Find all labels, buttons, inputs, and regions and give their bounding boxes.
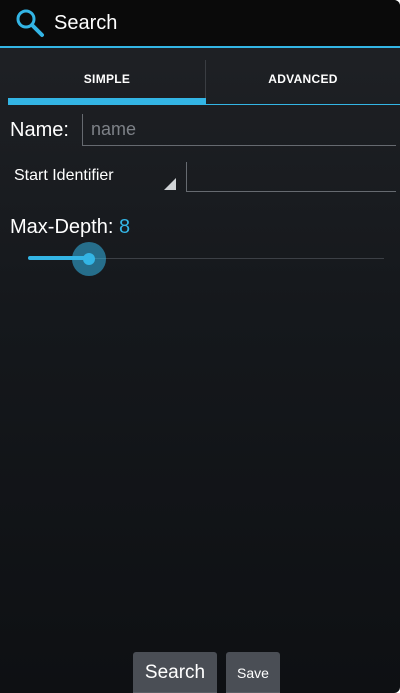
spinner-corner-icon — [164, 178, 176, 190]
tab-underline — [8, 104, 400, 105]
max-depth-label-text: Max-Depth: — [10, 216, 114, 238]
save-button[interactable]: Save — [226, 652, 280, 693]
search-button[interactable]: Search — [133, 652, 217, 693]
tab-advanced[interactable]: ADVANCED — [206, 54, 400, 104]
start-identifier-spinner[interactable]: Start Identifier — [10, 160, 180, 194]
identifier-input[interactable] — [186, 162, 396, 192]
start-identifier-label: Start Identifier — [14, 167, 114, 184]
name-label: Name: — [10, 119, 69, 141]
tab-advanced-label: ADVANCED — [268, 72, 338, 86]
search-screen: Search SIMPLE ADVANCED Name: Start Ident… — [0, 0, 400, 693]
max-depth-value: 8 — [118, 216, 131, 238]
tab-selected-indicator — [8, 98, 206, 104]
action-bar: Search — [0, 0, 400, 48]
tab-simple-label: SIMPLE — [83, 72, 131, 86]
action-bar-title: Search — [54, 12, 118, 34]
max-depth-label: Max-Depth: 8 — [10, 215, 130, 239]
name-input[interactable] — [82, 114, 396, 146]
slider-thumb[interactable] — [72, 242, 106, 276]
max-depth-slider[interactable] — [28, 240, 384, 278]
search-icon — [14, 7, 46, 39]
tab-simple[interactable]: SIMPLE — [8, 54, 206, 104]
